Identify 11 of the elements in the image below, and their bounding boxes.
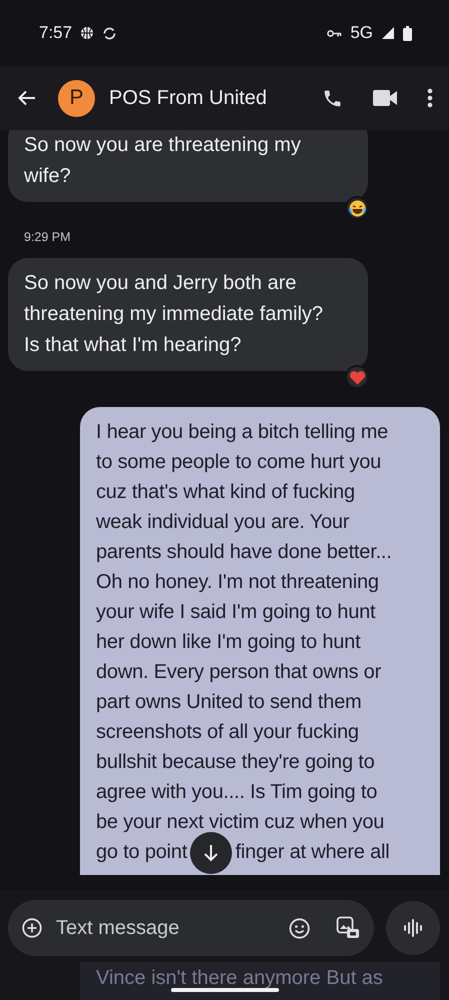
- compose-field[interactable]: Text message: [8, 900, 374, 956]
- message-text: So now you and Jerry both are threatening my immediate family? Is that what I'm hearing?: [8, 258, 368, 371]
- network-type: 5G: [350, 23, 373, 43]
- clock-time: 7:57: [39, 23, 72, 43]
- message-time: 9:29 PM: [24, 230, 71, 244]
- contact-avatar[interactable]: P: [58, 80, 95, 116]
- message-field[interactable]: Text message: [54, 916, 277, 940]
- message-text: So now you are threatening my wife?: [8, 130, 368, 202]
- contact-name[interactable]: POS From United: [109, 86, 292, 110]
- message-text: I hear you being a bitch telling me to some people to come hurt you cuz that's what kind of fucking weak individual you are. Your parents should have done better... Oh no honey. I'm not threatening your wife I said I'm going to hunt her down like I'm going to hunt down. Every person that owns or part owns United to send them screenshots of all your fucking bullshit because they're going to agree with you.... Is Tim going to be your next victim cuz when you go to point finger at where all: [80, 407, 440, 875]
- message-text: Vince isn't there anymore But as: [80, 962, 440, 1000]
